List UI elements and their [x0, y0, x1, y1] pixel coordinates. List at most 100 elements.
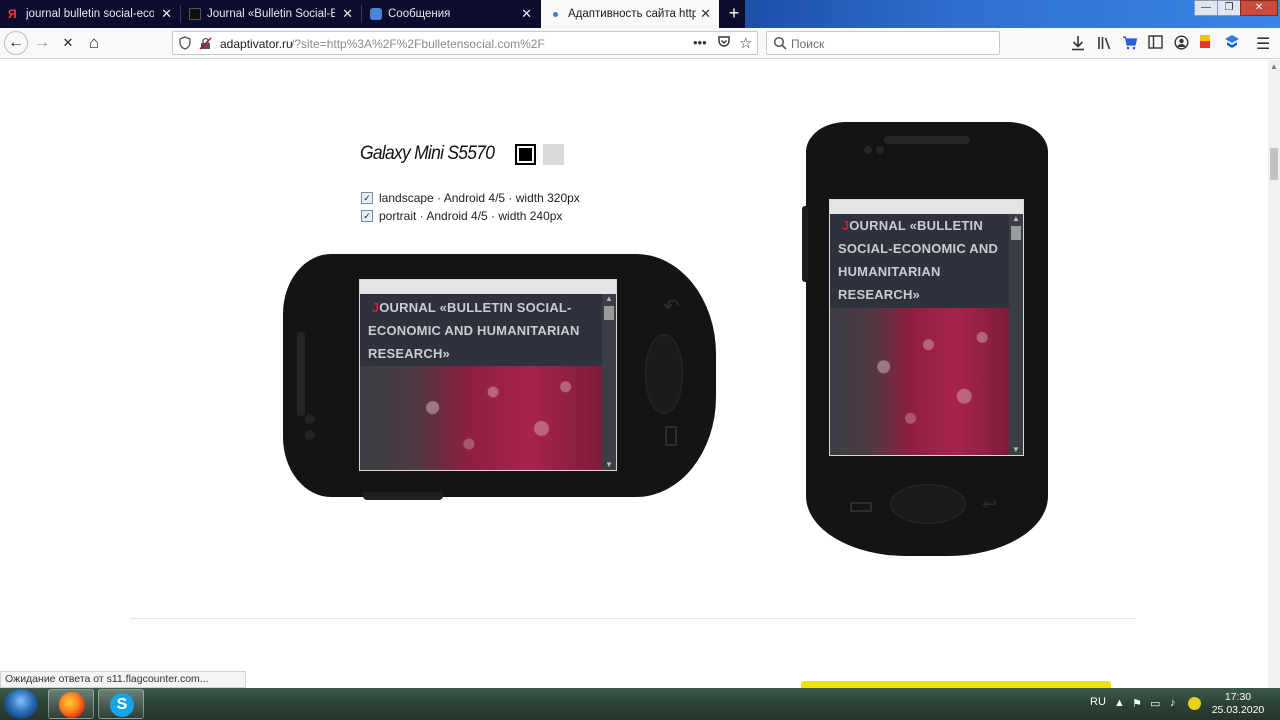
skype-icon: S [110, 693, 134, 717]
close-tab-icon[interactable]: ✕ [521, 7, 532, 20]
yellow-button[interactable] [801, 681, 1111, 688]
menu-icon[interactable]: ☰ [1256, 34, 1270, 54]
heading-text: OURNAL «BULLETIN SOCIAL-ECONOMIC AND HUM… [838, 218, 999, 302]
phone-side-button [802, 206, 808, 282]
portrait-screen[interactable]: JOURNAL «BULLETIN SOCIAL-ECONOMIC AND HU… [829, 199, 1024, 456]
stop-button[interactable]: ✕ [56, 32, 80, 54]
phone-speaker [884, 136, 970, 144]
scroll-thumb[interactable] [1011, 226, 1021, 240]
site-hero-image [830, 308, 1009, 455]
network-icon[interactable]: ▭ [1150, 697, 1160, 710]
menu-key-icon [850, 502, 872, 512]
landscape-checkbox[interactable]: ✓ [361, 192, 373, 204]
phone-home-button [645, 334, 683, 414]
scroll-up-icon[interactable]: ▲ [1270, 62, 1278, 71]
phone-sensor-icon [305, 414, 315, 424]
show-hidden-icons-icon[interactable]: ▲ [1114, 697, 1125, 709]
back-button[interactable]: ← [4, 31, 28, 55]
status-bar [830, 200, 1023, 214]
clock-time: 17:30 [1224, 691, 1252, 703]
tab-title: Сообщения [388, 8, 451, 20]
phone-home-button [890, 484, 966, 524]
device-title: Galaxy Mini S5570 [360, 143, 495, 164]
color-swatch-gray[interactable] [543, 144, 564, 165]
close-tab-icon[interactable]: ✕ [700, 7, 711, 20]
search-bar[interactable]: Поиск [766, 31, 1000, 55]
inner-scrollbar[interactable]: ▲ ▼ [602, 294, 616, 470]
scroll-up-icon[interactable]: ▲ [1009, 214, 1023, 224]
tab-yandex-search[interactable]: Я journal bulletin social-econom ✕ [0, 0, 180, 28]
flag-icon[interactable]: ⚑ [1132, 697, 1142, 710]
tray-app-icon[interactable] [1188, 697, 1201, 710]
loading-dot-icon [553, 11, 558, 17]
restore-button[interactable]: ❐ [1217, 0, 1241, 16]
phone-sensor-icon [876, 146, 884, 154]
site-hero-image [360, 366, 602, 470]
tab-adaptivator[interactable]: Адаптивность сайта http://bul ✕ [541, 0, 719, 28]
pocket-icon[interactable] [717, 35, 731, 54]
landscape-screen[interactable]: JOURNAL «BULLETIN SOCIAL-ECONOMIC AND HU… [359, 279, 617, 471]
color-swatch-black[interactable] [515, 144, 536, 165]
section-divider [130, 618, 1136, 619]
account-icon[interactable] [1174, 35, 1189, 55]
page-content: Galaxy Mini S5570 ✓ landscape · Android … [0, 60, 1268, 688]
page-actions-icon[interactable]: ••• [693, 35, 707, 50]
firefox-icon [59, 692, 85, 718]
tab-messages[interactable]: Сообщения ✕ [362, 0, 540, 28]
tab-title: Адаптивность сайта http://bul [568, 8, 696, 20]
option-landscape[interactable]: ✓ landscape · Android 4/5 · width 320px [361, 191, 580, 205]
taskbar-skype[interactable]: S [98, 689, 144, 719]
phone-side-button [363, 492, 443, 500]
sidebar-icon[interactable] [1148, 35, 1163, 54]
library-icon[interactable] [1097, 35, 1112, 55]
landscape-phone: ↶ JOURNAL «BULLETIN SOCIAL-ECONOMIC AND … [283, 254, 716, 500]
bookmark-flag-icon[interactable] [1199, 34, 1211, 55]
tab-title: Journal «Bulletin Social-Econo [207, 8, 335, 20]
download-icon[interactable] [1071, 35, 1085, 56]
portrait-checkbox[interactable]: ✓ [361, 210, 373, 222]
new-tab-button[interactable]: + [724, 3, 744, 23]
scroll-down-icon[interactable]: ▼ [602, 460, 616, 470]
volume-icon[interactable]: ♪ [1170, 697, 1176, 709]
yandex-icon: Я [8, 7, 17, 21]
clock-date: 25.03.2020 [1211, 704, 1265, 716]
page-scrollbar[interactable]: ▲ [1268, 60, 1280, 688]
bookmark-star-icon[interactable]: ☆ [739, 34, 752, 52]
clock[interactable]: 17:30 25.03.2020 [1210, 691, 1266, 717]
shield-extension-icon[interactable] [1224, 34, 1240, 55]
url-domain: adaptivator.ru [220, 37, 293, 51]
search-icon [773, 36, 787, 55]
shield-icon[interactable] [179, 36, 191, 50]
phone-sensor-icon [864, 146, 872, 154]
option-portrait[interactable]: ✓ portrait · Android 4/5 · width 240px [361, 209, 562, 223]
forward-button[interactable]: → [30, 32, 54, 54]
tab-journal-site[interactable]: Journal «Bulletin Social-Econo ✕ [181, 0, 361, 28]
close-tab-icon[interactable]: ✕ [161, 7, 172, 20]
close-tab-icon[interactable]: ✕ [342, 7, 353, 20]
status-text: Ожидание ответа от s11.flagcounter.com..… [0, 671, 246, 688]
cart-icon[interactable] [1122, 35, 1138, 55]
start-button[interactable] [4, 689, 38, 719]
taskbar-firefox[interactable] [48, 689, 94, 719]
back-key-icon: ↶ [663, 296, 680, 318]
close-window-button[interactable]: ✕ [1240, 0, 1278, 16]
language-indicator[interactable]: RU [1090, 696, 1106, 708]
portrait-phone: ↩ JOURNAL «BULLETIN SOCIAL-ECONOMIC AND … [802, 122, 1048, 556]
insecure-lock-icon[interactable] [199, 37, 212, 50]
minimize-button[interactable]: — [1194, 0, 1218, 16]
navigation-toolbar: ← → ✕ ⌂ adaptivator.ru /?site=http%3A%2F… [0, 28, 1280, 59]
address-bar[interactable]: adaptivator.ru /?site=http%3A%2F%2Fbulle… [172, 31, 758, 55]
scroll-up-icon[interactable]: ▲ [602, 294, 616, 304]
site-heading: JOURNAL «BULLETIN SOCIAL-ECONOMIC AND HU… [830, 214, 1009, 308]
messages-icon [370, 8, 382, 20]
site-heading: JOURNAL «BULLETIN SOCIAL-ECONOMIC AND HU… [360, 296, 602, 366]
home-button[interactable]: ⌂ [82, 32, 106, 54]
scroll-down-icon[interactable]: ▼ [1009, 445, 1023, 455]
scroll-thumb[interactable] [604, 306, 614, 320]
page-scroll-thumb[interactable] [1270, 148, 1278, 180]
inner-scrollbar[interactable]: ▲ ▼ [1009, 214, 1023, 455]
heading-text: OURNAL «BULLETIN SOCIAL-ECONOMIC AND HUM… [368, 300, 580, 361]
menu-key-icon [665, 426, 677, 446]
phone-sensor-icon [305, 430, 315, 440]
option-label: landscape · Android 4/5 · width 320px [379, 191, 580, 205]
